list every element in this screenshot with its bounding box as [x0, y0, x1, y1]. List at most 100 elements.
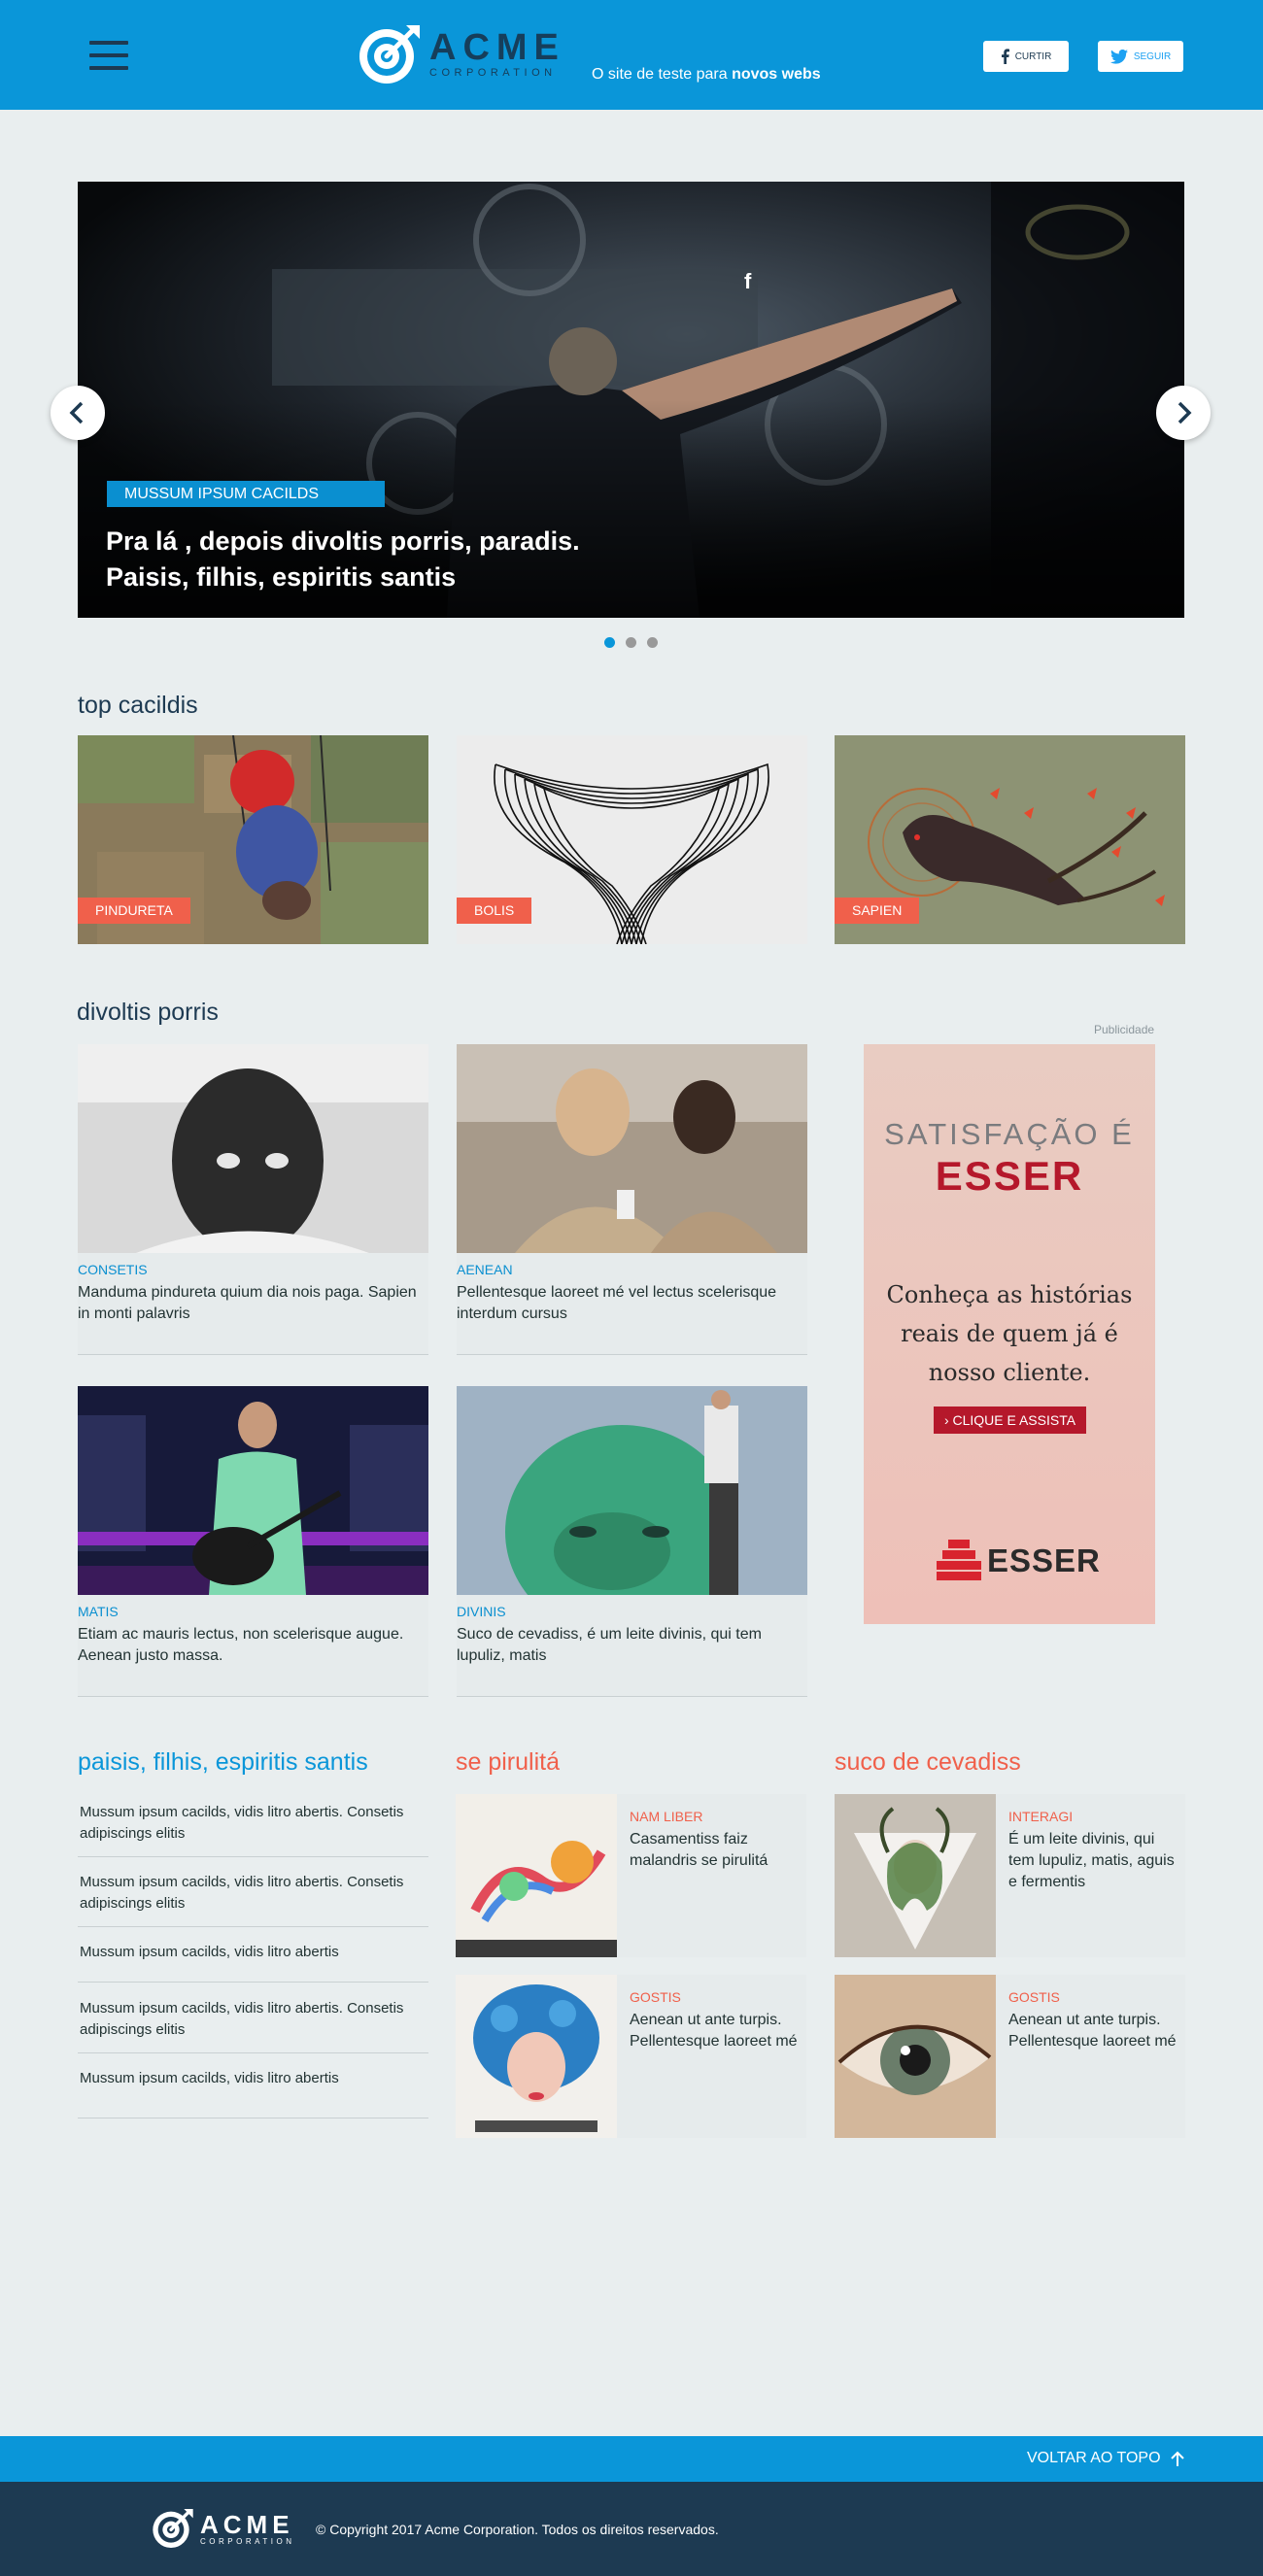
facebook-icon [1001, 49, 1009, 64]
article-image[interactable] [457, 1386, 807, 1595]
ad-label: Publicidade [1094, 1023, 1155, 1036]
top-card-label[interactable]: BOLIS [457, 898, 532, 924]
article-category[interactable]: MATIS [78, 1604, 119, 1619]
top-card-sapien[interactable]: SAPIEN [835, 735, 1185, 944]
esser-logo-icon [937, 1540, 981, 1580]
advertisement-banner[interactable]: SATISFAÇÃO É ESSER Conheça as histórias … [864, 1044, 1155, 1624]
ad-body: Conheça as histórias reais de quem já é … [886, 1281, 1133, 1386]
chevron-right-icon [1178, 401, 1192, 424]
acme-logo[interactable]: ACME CORPORATION [358, 23, 565, 85]
target-logo-icon [153, 2509, 193, 2548]
hero-title[interactable]: Pra lá , depois divoltis porris, paradis… [106, 524, 786, 595]
back-to-top-label: VOLTAR AO TOPO [1027, 2450, 1161, 2466]
mini-text[interactable]: É um leite divinis, qui tem lupuliz, mat… [1008, 1829, 1183, 1893]
cevadiss-item[interactable]: INTERAGI É um leite divinis, qui tem lup… [835, 1794, 1185, 1957]
list-item[interactable]: Mussum ipsum cacilds, vidis litro aberti… [78, 1857, 428, 1927]
mini-category[interactable]: NAM LIBER [630, 1809, 702, 1824]
chevron-left-icon [69, 401, 84, 424]
mini-image[interactable] [456, 1975, 617, 2138]
site-footer: ACME CORPORATION © Copyright 2017 Acme C… [0, 2482, 1263, 2576]
article-category[interactable]: CONSETIS [78, 1262, 148, 1277]
hero-share-icon[interactable]: f [744, 269, 751, 294]
cevadiss-item[interactable]: GOSTIS Aenean ut ante turpis. Pellentesq… [835, 1975, 1185, 2138]
slider-dot-3[interactable] [647, 637, 658, 648]
ad-cta-button[interactable]: › CLIQUE E ASSISTA [934, 1407, 1086, 1434]
ad-headline-line1: SATISFAÇÃO É [884, 1117, 1135, 1151]
site-header: ACME CORPORATION O site de teste para no… [0, 0, 1263, 110]
giant-head-image [457, 1386, 807, 1595]
mini-category[interactable]: INTERAGI [1008, 1809, 1073, 1824]
pirulita-item[interactable]: GOSTIS Aenean ut ante turpis. Pellentesq… [456, 1975, 806, 2138]
slider-dot-2[interactable] [626, 637, 636, 648]
mini-category[interactable]: GOSTIS [1008, 1989, 1060, 2005]
man-portrait-image [78, 1044, 428, 1253]
article-card[interactable]: MATIS Etiam ac mauris lectus, non sceler… [78, 1386, 428, 1697]
arrow-up-icon [1170, 2451, 1184, 2466]
ad-headline-line2: ESSER [935, 1153, 1084, 1199]
target-logo-icon [359, 25, 420, 84]
paisis-list: Mussum ipsum cacilds, vidis litro aberti… [78, 1793, 428, 2118]
article-text[interactable]: Suco de cevadiss, é um leite divinis, qu… [457, 1624, 797, 1667]
back-to-top-link[interactable]: VOLTAR AO TOPO [1027, 2450, 1184, 2467]
hero-slider[interactable]: f MUSSUM IPSUM CACILDS Pra lá , depois d… [78, 182, 1184, 618]
eye-drawing-image [835, 1975, 996, 2138]
article-image[interactable] [78, 1044, 428, 1253]
slider-dot-1[interactable] [604, 637, 615, 648]
two-women-image [457, 1044, 807, 1253]
list-item[interactable]: Mussum ipsum cacilds, vidis litro aberti… [78, 1793, 428, 1857]
back-to-top-bar: VOLTAR AO TOPO [0, 2436, 1263, 2482]
footer-logo[interactable]: ACME CORPORATION [152, 2507, 294, 2550]
mini-image[interactable] [835, 1975, 996, 2138]
mini-text[interactable]: Aenean ut ante turpis. Pellentesque laor… [630, 2010, 804, 2052]
list-item[interactable]: Mussum ipsum cacilds, vidis litro aberti… [78, 1983, 428, 2053]
article-category[interactable]: AENEAN [457, 1262, 513, 1277]
mini-image[interactable] [456, 1794, 617, 1957]
article-text[interactable]: Manduma pindureta quium dia nois paga. S… [78, 1282, 418, 1325]
logo-subtitle: CORPORATION [429, 67, 557, 79]
article-text[interactable]: Etiam ac mauris lectus, non scelerisque … [78, 1624, 418, 1667]
mini-text[interactable]: Aenean ut ante turpis. Pellentesque laor… [1008, 2010, 1183, 2052]
site-tagline: O site de teste para novos webs [592, 66, 821, 83]
top-card-pindureta[interactable]: PINDURETA [78, 735, 428, 944]
twitter-follow-button[interactable]: SEGUIR [1098, 41, 1183, 72]
mini-image[interactable] [835, 1794, 996, 1957]
footer-logo-name: ACME [200, 2509, 294, 2539]
hamburger-menu-icon[interactable] [89, 41, 128, 72]
article-card[interactable]: CONSETIS Manduma pindureta quium dia noi… [78, 1044, 428, 1355]
article-category[interactable]: DIVINIS [457, 1604, 506, 1619]
slider-prev-button[interactable] [51, 386, 105, 440]
logo-name: ACME [429, 27, 565, 68]
curtir-label: CURTIR [1014, 51, 1052, 62]
article-card[interactable]: AENEAN Pellentesque laoreet mé vel lectu… [457, 1044, 807, 1355]
paisis-title: paisis, filhis, espiritis santis [78, 1748, 368, 1776]
twitter-icon [1109, 49, 1128, 64]
copyright-text: © Copyright 2017 Acme Corporation. Todos… [316, 2522, 719, 2537]
ad-brand-logo: ESSER [937, 1540, 1101, 1582]
article-image[interactable] [78, 1386, 428, 1595]
mini-text[interactable]: Casamentiss faiz malandris se pirulitá [630, 1829, 804, 1872]
slider-pagination [604, 637, 668, 648]
list-item[interactable]: Mussum ipsum cacilds, vidis litro aberti… [78, 2053, 428, 2118]
hero-category-tag[interactable]: MUSSUM IPSUM CACILDS [107, 481, 385, 507]
slider-next-button[interactable] [1156, 386, 1211, 440]
facebook-like-button[interactable]: CURTIR [983, 41, 1069, 72]
pirulita-item[interactable]: NAM LIBER Casamentiss faiz malandris se … [456, 1794, 806, 1957]
article-image[interactable] [457, 1044, 807, 1253]
guitar-singer-image [78, 1386, 428, 1595]
article-card[interactable]: DIVINIS Suco de cevadiss, é um leite div… [457, 1386, 807, 1697]
footer-logo-subtitle: CORPORATION [200, 2536, 295, 2546]
woman-triangle-image [835, 1794, 996, 1957]
seguir-label: SEGUIR [1133, 51, 1172, 62]
list-item[interactable]: Mussum ipsum cacilds, vidis litro aberti… [78, 1927, 428, 1983]
divoltis-porris-title: divoltis porris [77, 999, 219, 1026]
top-card-label[interactable]: PINDURETA [78, 898, 190, 924]
cevadiss-title: suco de cevadiss [835, 1748, 1021, 1776]
top-cacildis-title: top cacildis [78, 692, 198, 719]
blue-hair-girl-image [456, 1975, 617, 2138]
colorful-drawing-image [456, 1794, 617, 1957]
top-card-bolis[interactable]: BOLIS [457, 735, 807, 944]
top-card-label[interactable]: SAPIEN [835, 898, 920, 924]
pirulita-title: se pirulitá [456, 1748, 560, 1776]
article-text[interactable]: Pellentesque laoreet mé vel lectus scele… [457, 1282, 797, 1325]
mini-category[interactable]: GOSTIS [630, 1989, 681, 2005]
